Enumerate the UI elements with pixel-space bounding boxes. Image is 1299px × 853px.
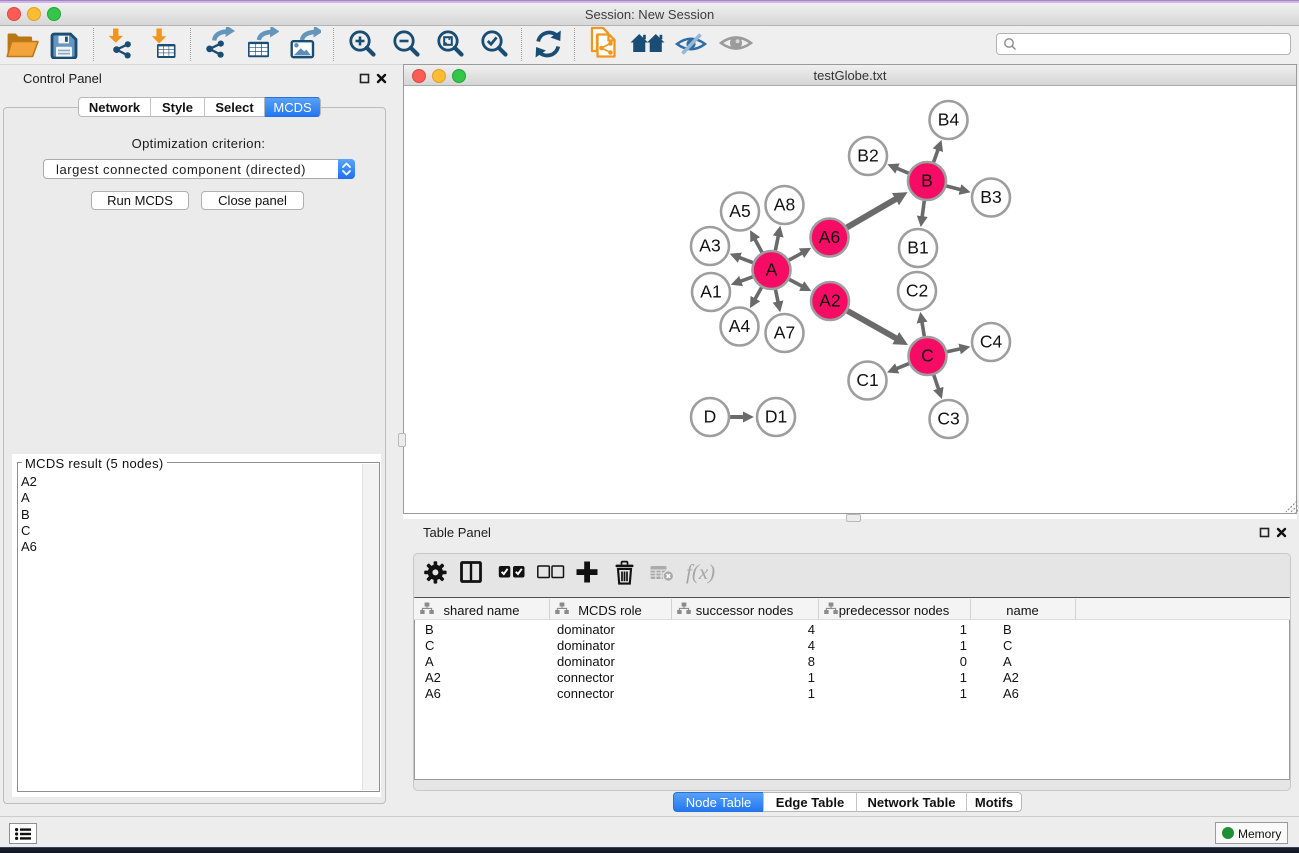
svg-text:A3: A3 — [699, 236, 720, 256]
svg-text:B1: B1 — [907, 238, 928, 258]
svg-text:A1: A1 — [700, 282, 721, 302]
svg-text:A8: A8 — [774, 195, 795, 215]
svg-text:A6: A6 — [819, 227, 840, 247]
svg-text:B2: B2 — [857, 146, 878, 166]
svg-text:A2: A2 — [819, 291, 840, 311]
svg-text:A4: A4 — [729, 316, 751, 336]
svg-text:A5: A5 — [729, 201, 750, 221]
svg-text:B3: B3 — [980, 187, 1001, 207]
svg-text:B4: B4 — [938, 110, 960, 130]
svg-text:C: C — [921, 346, 934, 366]
svg-text:A: A — [766, 260, 778, 280]
svg-text:C4: C4 — [980, 332, 1003, 352]
svg-text:B: B — [921, 171, 933, 191]
svg-text:D: D — [704, 407, 717, 427]
svg-text:C2: C2 — [906, 281, 928, 301]
svg-text:C1: C1 — [856, 370, 878, 390]
svg-text:C3: C3 — [937, 409, 959, 429]
svg-text:D1: D1 — [765, 407, 787, 427]
svg-text:A7: A7 — [774, 323, 795, 343]
